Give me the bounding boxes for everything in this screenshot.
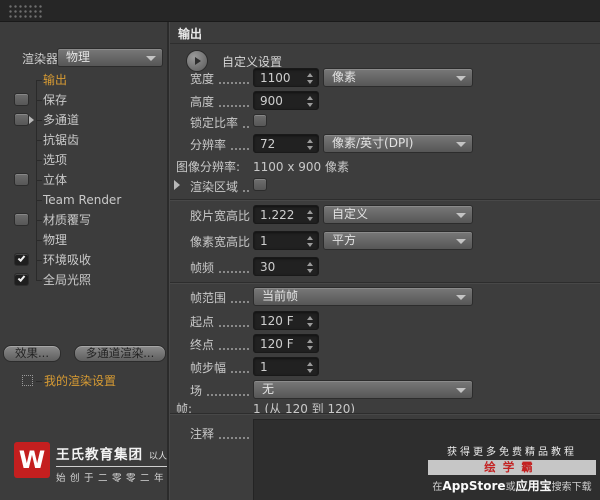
render-region-checkbox[interactable] [253,178,267,191]
spinner-icon[interactable] [306,261,315,274]
pixel-aspect-preset-dropdown[interactable]: 平方 [323,231,473,250]
chevron-down-icon [456,213,466,218]
promo-line1: 获得更多免费精品教程 [447,447,577,458]
sidebar-item-save[interactable]: 保存 [0,90,167,110]
expand-arrow-icon[interactable] [174,180,180,190]
image-resolution-label: 图像分辨率: [176,160,241,174]
output-settings-panel: 输出 自定义设置 宽度 1100 像素 高度 900 锁定比率 分辨率 72 像… [170,0,600,500]
pixel-aspect-label: 像素宽高比 [190,235,251,249]
render-region-label: 渲染区域 [190,180,239,194]
play-arrow-icon [195,57,201,65]
start-frame-input[interactable]: 120 F [253,311,319,330]
effects-button[interactable]: 效果... [3,345,61,362]
my-render-setting-item[interactable]: 我的渲染设置 [0,372,167,390]
sidebar-item-output[interactable]: 输出 [0,70,167,90]
render-setting-icon [22,375,33,386]
width-input[interactable]: 1100 [253,68,319,87]
renderer-label: 渲染器 [22,52,59,66]
logo-founded-text: 始创于二零零二年 [56,473,169,484]
spinner-icon[interactable] [306,338,315,351]
end-frame-input[interactable]: 120 F [253,334,319,353]
render-settings-window: 渲染器 物理 输出 保存 多通道 抗锯齿 选项 立体 Team Render 材… [0,0,600,500]
field-dropdown[interactable]: 无 [253,380,473,399]
save-checkbox[interactable] [14,93,29,106]
spinner-icon[interactable] [306,315,315,328]
global-illumination-checkbox[interactable] [14,273,29,286]
frame-rate-input[interactable]: 30 [253,257,319,276]
width-unit-dropdown[interactable]: 像素 [323,68,473,87]
logo-monogram: W [14,442,50,478]
sidebar-item-multipass[interactable]: 多通道 [0,110,167,130]
sidebar-item-material-override[interactable]: 材质覆写 [0,210,167,230]
sidebar-item-stereo[interactable]: 立体 [0,170,167,190]
promo-watermark: 获得更多免费精品教程 绘学霸 在AppStore或应用宝搜索下载 [428,443,596,494]
material-override-checkbox[interactable] [14,213,29,226]
ambient-occlusion-checkbox[interactable] [14,253,29,266]
sidebar-item-antialiasing[interactable]: 抗锯齿 [0,130,167,150]
sidebar-item-global-illumination[interactable]: 全局光照 [0,270,167,290]
spinner-icon[interactable] [306,209,315,222]
lock-ratio-checkbox[interactable] [253,114,267,127]
chevron-down-icon [456,239,466,244]
group-divider [170,199,600,201]
stereo-checkbox[interactable] [14,173,29,186]
group-divider [170,413,600,415]
resolution-input[interactable]: 72 [253,134,319,153]
drag-handle-icon[interactable] [8,4,42,19]
spinner-icon[interactable] [306,72,315,85]
frame-step-input[interactable]: 1 [253,357,319,376]
width-label: 宽度 [190,72,215,86]
film-aspect-preset-dropdown[interactable]: 自定义 [323,205,473,224]
spinner-icon[interactable] [306,361,315,374]
multipass-checkbox[interactable] [14,113,29,126]
pixel-aspect-input[interactable]: 1 [253,231,319,250]
section-header: 输出 [170,22,600,44]
renderer-dropdown[interactable]: 物理 [57,48,163,67]
logo-company-name: 王氏教育集团 [56,447,143,463]
brand-logo: W 王氏教育集团 以人为本 始创于二零零二年 [14,442,185,486]
height-label: 高度 [190,95,215,109]
chevron-down-icon [456,76,466,81]
chevron-down-icon [456,388,466,393]
frame-rate-label: 帧频 [190,261,215,275]
image-resolution-value: 1100 x 900 像素 [253,160,349,174]
end-frame-label: 终点 [190,338,215,352]
film-aspect-input[interactable]: 1.222 [253,205,319,224]
spinner-icon[interactable] [306,95,315,108]
promo-brand-name: 绘学霸 [484,460,540,474]
sidebar-item-ambient-occlusion[interactable]: 环境吸收 [0,250,167,270]
resolution-label: 分辨率 [190,138,227,152]
spinner-icon[interactable] [306,138,315,151]
lock-ratio-label: 锁定比率 [190,116,239,130]
spinner-icon[interactable] [306,235,315,248]
frame-range-dropdown[interactable]: 当前帧 [253,287,473,306]
annotation-label: 注释 [190,427,215,441]
start-frame-label: 起点 [190,315,215,329]
promo-brand-bar: 绘学霸 [428,460,596,475]
multipass-render-button[interactable]: 多通道渲染... [74,345,166,362]
promo-line3: 在AppStore或应用宝搜索下载 [432,479,592,493]
sidebar-item-physical[interactable]: 物理 [0,230,167,250]
group-divider [170,282,600,284]
frame-step-label: 帧步幅 [190,361,227,375]
height-input[interactable]: 900 [253,91,319,110]
chevron-down-icon [456,295,466,300]
sidebar-item-team-render[interactable]: Team Render [0,190,167,210]
expand-arrow-icon[interactable] [29,116,34,124]
frame-range-label: 帧范围 [190,291,227,305]
chevron-down-icon [146,56,156,61]
film-aspect-label: 胶片宽高比 [190,209,251,223]
section-title: 输出 [178,27,203,41]
settings-sidebar: 渲染器 物理 输出 保存 多通道 抗锯齿 选项 立体 Team Render 材… [0,22,185,500]
chevron-down-icon [456,142,466,147]
sidebar-item-options[interactable]: 选项 [0,150,167,170]
field-label: 场 [190,384,203,398]
resolution-unit-dropdown[interactable]: 像素/英寸(DPI) [323,134,473,153]
